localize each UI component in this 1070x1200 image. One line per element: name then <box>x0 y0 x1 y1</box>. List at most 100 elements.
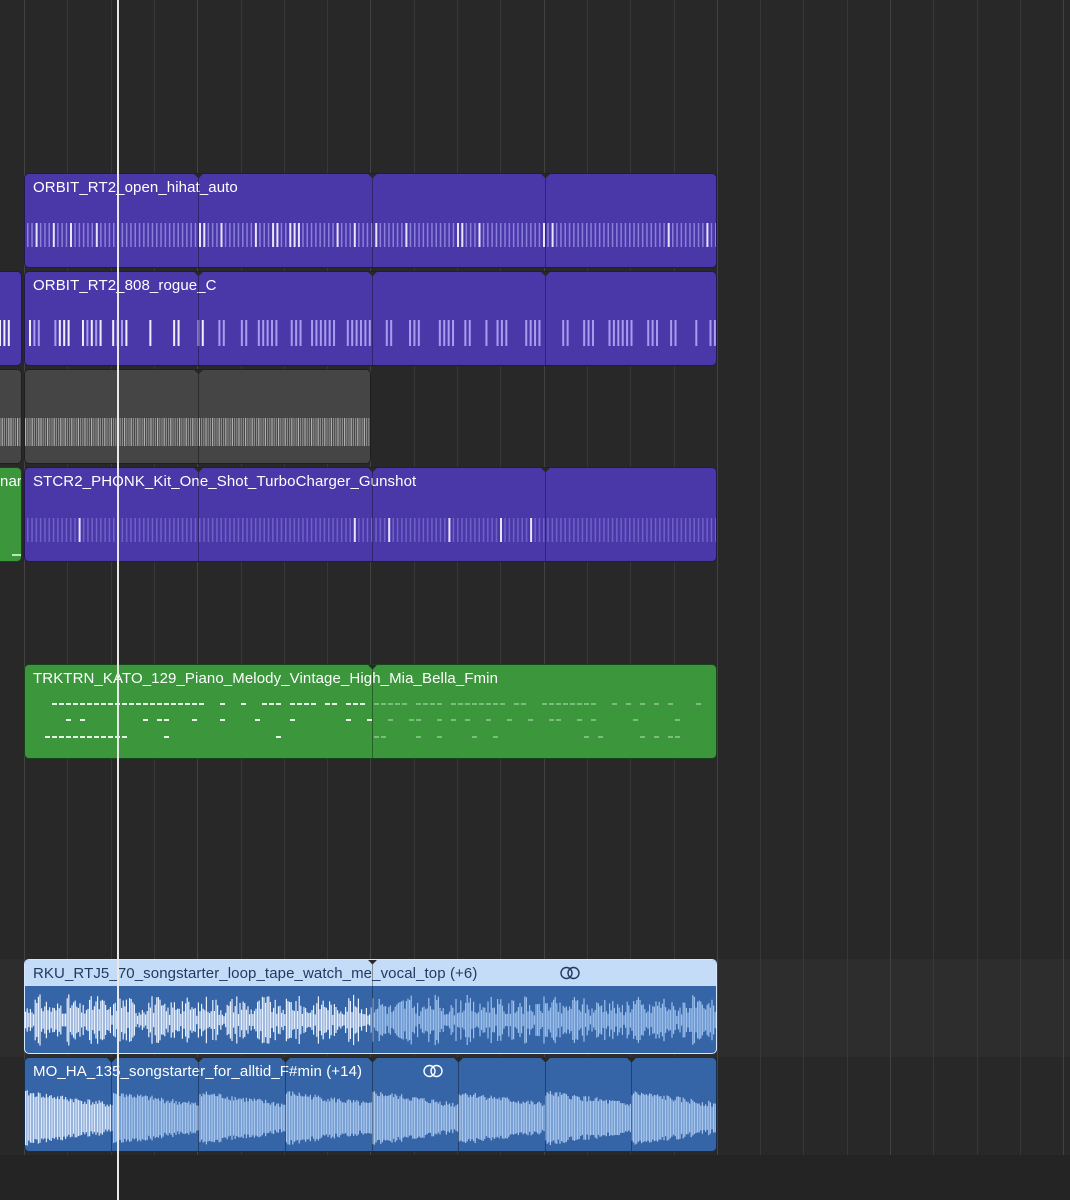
wave-bar <box>313 1005 315 1035</box>
wave-bar <box>194 418 196 446</box>
midi-hit <box>29 320 31 346</box>
wave-bar <box>505 1013 507 1027</box>
wave-bar <box>495 1098 497 1138</box>
wave-bar <box>578 1009 580 1031</box>
midi-hit <box>482 223 485 247</box>
region-grey-left-edge[interactable] <box>0 369 22 464</box>
midi-hit <box>568 223 571 247</box>
midi-hit <box>229 518 231 542</box>
wave-bar <box>509 1101 511 1135</box>
midi-hit <box>164 518 167 542</box>
midi-hit <box>37 320 40 346</box>
midi-hit <box>409 223 412 247</box>
midi-note <box>514 703 519 705</box>
wave-bar <box>425 1009 427 1031</box>
wave-bar <box>165 1101 167 1135</box>
midi-note <box>584 703 589 705</box>
midi-hit <box>693 518 695 542</box>
wave-bar <box>287 1091 289 1145</box>
region-open-hihat[interactable]: ORBIT_RT2_open_hihat_auto <box>24 173 717 268</box>
region-808-left-edge[interactable] <box>0 271 22 366</box>
wave-bar <box>209 418 211 446</box>
region-vocal-top[interactable]: RKU_RTJ5_70_songstarter_loop_tape_watch_… <box>24 959 717 1054</box>
wave-bar <box>69 1007 71 1033</box>
wave-bar <box>367 1015 369 1025</box>
midi-hit <box>611 223 614 247</box>
playhead[interactable] <box>117 0 119 1200</box>
wave-bar <box>407 1098 409 1138</box>
wave-bar <box>133 1096 135 1140</box>
wave-bar <box>68 1101 70 1135</box>
wave-bar <box>409 1000 411 1040</box>
midi-hit <box>530 223 532 247</box>
wave-bar <box>324 418 326 446</box>
midi-hit <box>319 518 321 542</box>
linked-rings-icon <box>423 1064 443 1078</box>
wave-bar <box>127 1096 129 1140</box>
wave-bar <box>177 1008 179 1032</box>
wave-bar <box>39 1093 41 1143</box>
arrange-area[interactable]: ORBIT_RT2_open_hihat_auto ORBIT_RT2_808_… <box>0 0 1070 1200</box>
midi-note <box>164 703 169 705</box>
midi-hit <box>478 518 480 542</box>
midi-note <box>164 736 169 738</box>
midi-hit <box>598 223 601 247</box>
wave-bar <box>74 1098 76 1138</box>
wave-bar <box>665 1007 667 1033</box>
wave-bar <box>649 1004 651 1036</box>
wave-bar <box>375 1009 377 1031</box>
region-grey-muted[interactable] <box>24 369 371 464</box>
wave-bar <box>532 1101 534 1135</box>
midi-hit <box>242 223 244 247</box>
wave-bar <box>44 1097 46 1139</box>
wave-bar <box>623 1015 625 1025</box>
region-songstarter[interactable]: MO_HA_135_songstarter_for_alltid_F#min (… <box>24 1057 717 1152</box>
midi-hit <box>48 518 50 542</box>
wave-bar <box>500 1100 502 1136</box>
wave-bar <box>302 418 304 446</box>
wave-bar <box>109 1006 111 1034</box>
midi-hit <box>186 223 188 247</box>
loop-seam <box>372 960 373 1053</box>
wave-bar <box>354 1101 356 1135</box>
midi-hit <box>351 320 354 346</box>
wave-bar <box>522 1013 524 1027</box>
wave-bar <box>575 1096 577 1140</box>
wave-bar <box>239 1002 241 1038</box>
midi-hit <box>33 320 36 346</box>
midi-hit <box>272 223 275 247</box>
wave-bar <box>700 1105 702 1131</box>
midi-hit <box>263 223 265 247</box>
midi-note <box>325 703 330 705</box>
wave-bar <box>159 1100 161 1136</box>
midi-hit <box>426 223 429 247</box>
midi-note <box>549 703 554 705</box>
region-green-left-edge[interactable]: nar <box>0 467 22 562</box>
wave-bar <box>679 1007 681 1033</box>
wave-bar <box>26 1090 28 1146</box>
wave-bar <box>513 1101 515 1135</box>
midi-hit <box>355 320 358 346</box>
wave-bar <box>532 1011 534 1029</box>
wave-bar <box>77 1099 79 1137</box>
wave-bar <box>113 1004 115 1036</box>
wave-bar <box>669 1097 671 1139</box>
track-lane[interactable] <box>0 762 1070 860</box>
wave-bar <box>34 999 36 1041</box>
wave-bar <box>621 1005 623 1035</box>
track-lane[interactable] <box>0 860 1070 958</box>
region-piano-melody[interactable]: TRKTRN_KATO_129_Piano_Melody_Vintage_Hig… <box>24 664 717 759</box>
wave-bar <box>556 1092 558 1144</box>
region-808-rogue[interactable]: ORBIT_RT2_808_rogue_C <box>24 271 717 366</box>
wave-bar <box>165 418 167 446</box>
wave-bar <box>434 994 436 1046</box>
wave-bar <box>42 1096 44 1140</box>
region-gunshot[interactable]: STCR2_PHONK_Kit_One_Shot_TurboCharger_Gu… <box>24 467 717 562</box>
wave-bar <box>218 1014 220 1026</box>
wave-bar <box>257 1001 259 1039</box>
wave-bar <box>135 1013 137 1027</box>
midi-hit <box>358 223 360 247</box>
wave-bar <box>349 1100 351 1136</box>
track-lane[interactable] <box>0 565 1070 663</box>
wave-bar <box>601 1005 603 1035</box>
